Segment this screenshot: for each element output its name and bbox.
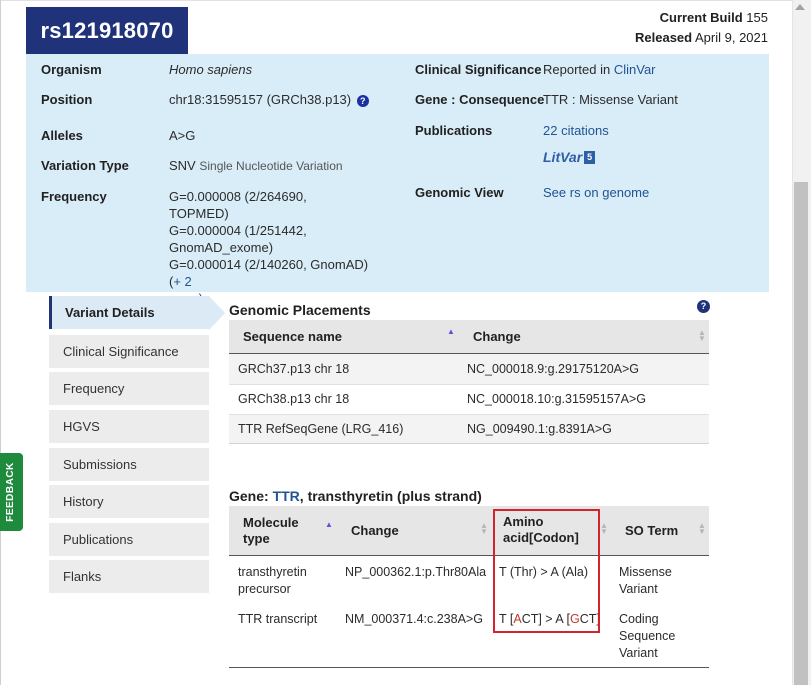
sort-icon[interactable]: ▲ ▼: [698, 329, 706, 343]
feedback-label: FEEDBACK: [5, 462, 16, 522]
alleles-value: A>G: [169, 128, 196, 143]
frequency-label: Frequency: [41, 189, 107, 204]
organism-value: Homo sapiens: [169, 62, 253, 77]
frequency-line: G=0.000008 (2/264690, TOPMED): [169, 189, 307, 221]
nav-history[interactable]: History: [49, 485, 209, 518]
clinical-significance-label: Clinical Significance: [415, 62, 542, 77]
released-label: Released: [635, 30, 693, 45]
table-bottom-border: [229, 667, 709, 668]
frequency-line: GnomAD_exome): [169, 240, 274, 255]
molecule-line: transthyretin: [238, 565, 307, 579]
nav-active-arrow: [209, 296, 225, 330]
highlight-box: [493, 509, 600, 633]
nav-publications[interactable]: Publications: [49, 523, 209, 556]
released-date: April 9, 2021: [695, 30, 768, 45]
scrollbar-thumb[interactable]: [794, 182, 808, 685]
variation-type-description: Single Nucleotide Variation: [199, 159, 343, 173]
sort-asc-icon[interactable]: ▲: [447, 327, 455, 336]
build-info: Current Build 155 Released April 9, 2021: [635, 8, 768, 48]
genomic-placements-title: Genomic Placements: [229, 302, 371, 318]
so-term-cell: Coding Sequence Variant: [619, 611, 675, 662]
col-sequence-name[interactable]: Sequence name: [243, 329, 342, 345]
molecule-type-cell: transthyretin precursor: [238, 564, 307, 598]
so-term-line: Sequence: [619, 629, 676, 643]
gene-section-title: Gene: TTR, transthyretin (plus strand): [229, 488, 482, 504]
nav-flanks[interactable]: Flanks: [49, 560, 209, 593]
help-icon[interactable]: ?: [697, 300, 710, 313]
sort-icon[interactable]: ▲ ▼: [600, 522, 608, 536]
so-term-cell: Missense Variant: [619, 564, 672, 598]
nav-clinical-significance[interactable]: Clinical Significance: [49, 335, 209, 368]
variation-type-value: SNV: [169, 158, 196, 173]
change-cell: NC_000018.9:g.29175120A>G: [467, 362, 640, 376]
col-so-term[interactable]: SO Term: [625, 523, 678, 539]
position-value: chr18:31595157 (GRCh38.p13): [169, 92, 352, 107]
sequence-name-cell: GRCh37.p13 chr 18: [238, 362, 350, 376]
molecule-line: precursor: [238, 582, 291, 596]
nav-hgvs[interactable]: HGVS: [49, 410, 209, 443]
gene-title-prefix: Gene:: [229, 488, 269, 504]
table-bottom-border: [229, 443, 709, 444]
nav-variant-details[interactable]: Variant Details: [49, 296, 209, 329]
sequence-name-cell: GRCh38.p13 chr 18: [238, 392, 350, 406]
nav-submissions[interactable]: Submissions: [49, 448, 209, 481]
help-icon[interactable]: ?: [356, 94, 369, 107]
so-term-line: Variant: [619, 582, 658, 596]
variation-type-label: Variation Type: [41, 158, 129, 173]
genomic-view-label: Genomic View: [415, 185, 504, 200]
sort-icon[interactable]: ▲ ▼: [698, 522, 706, 536]
position-label: Position: [41, 92, 93, 107]
rs-id-badge: rs121918070: [26, 7, 188, 54]
gene-title-suffix: , transthyretin (plus strand): [299, 488, 482, 504]
frequency-line: G=0.000004 (1/251442,: [169, 223, 307, 238]
col-molecule-line2: type: [243, 531, 270, 546]
change-cell: NM_000371.4:c.238A>G: [345, 612, 483, 626]
so-term-line: Missense: [619, 565, 672, 579]
litvar-count-badge: 5: [584, 150, 596, 164]
litvar-logo-text: LitVar: [543, 149, 583, 165]
frequency-more-link[interactable]: + 2: [173, 274, 191, 289]
clinical-value: Reported in: [543, 62, 611, 77]
sort-asc-icon[interactable]: ▲: [325, 520, 333, 529]
publications-label: Publications: [415, 123, 493, 138]
change-cell: NC_000018.10:g.31595157A>G: [467, 392, 646, 406]
change-cell: NP_000362.1:p.Thr80Ala: [345, 565, 487, 579]
gene-ttr-link[interactable]: TTR: [273, 488, 300, 504]
sort-icon[interactable]: ▲ ▼: [480, 522, 488, 536]
so-term-line: Variant: [619, 646, 658, 660]
sequence-name-cell: TTR RefSeqGene (LRG_416): [238, 422, 404, 436]
frame-left-border: [0, 0, 1, 685]
gene-consequence-value: TTR : Missense Variant: [543, 92, 678, 107]
header-divider: [229, 555, 709, 556]
so-term-line: Coding: [619, 612, 659, 626]
col-molecule-line1: Molecule: [243, 515, 299, 530]
gene-consequence-label: Gene : Consequence: [415, 92, 545, 107]
litvar-link[interactable]: LitVar 5: [543, 149, 596, 165]
clinvar-link[interactable]: ClinVar: [614, 62, 656, 77]
change-cell: NG_009490.1:g.8391A>G: [467, 422, 612, 436]
molecule-type-cell: TTR transcript: [238, 612, 318, 626]
alleles-label: Alleles: [41, 128, 83, 143]
organism-label: Organism: [41, 62, 102, 77]
nav-frequency[interactable]: Frequency: [49, 372, 209, 405]
frequency-line: G=0.000014 (2/140260, GnomAD) (: [169, 257, 369, 289]
col-change[interactable]: Change: [351, 523, 399, 539]
citations-link[interactable]: 22 citations: [543, 123, 609, 138]
scroll-up-arrow-icon[interactable]: [795, 4, 805, 10]
current-build-value: 155: [746, 10, 768, 25]
see-rs-on-genome-link[interactable]: See rs on genome: [543, 185, 649, 200]
frequency-values: G=0.000008 (2/264690, TOPMED) G=0.000004…: [169, 188, 369, 307]
frame-top-border: [0, 0, 792, 1]
col-molecule-type[interactable]: Molecule type: [243, 515, 299, 547]
col-change[interactable]: Change: [473, 329, 521, 345]
current-build-label: Current Build: [659, 10, 743, 25]
variant-summary-panel: Organism Homo sapiens Position chr18:315…: [26, 54, 769, 306]
